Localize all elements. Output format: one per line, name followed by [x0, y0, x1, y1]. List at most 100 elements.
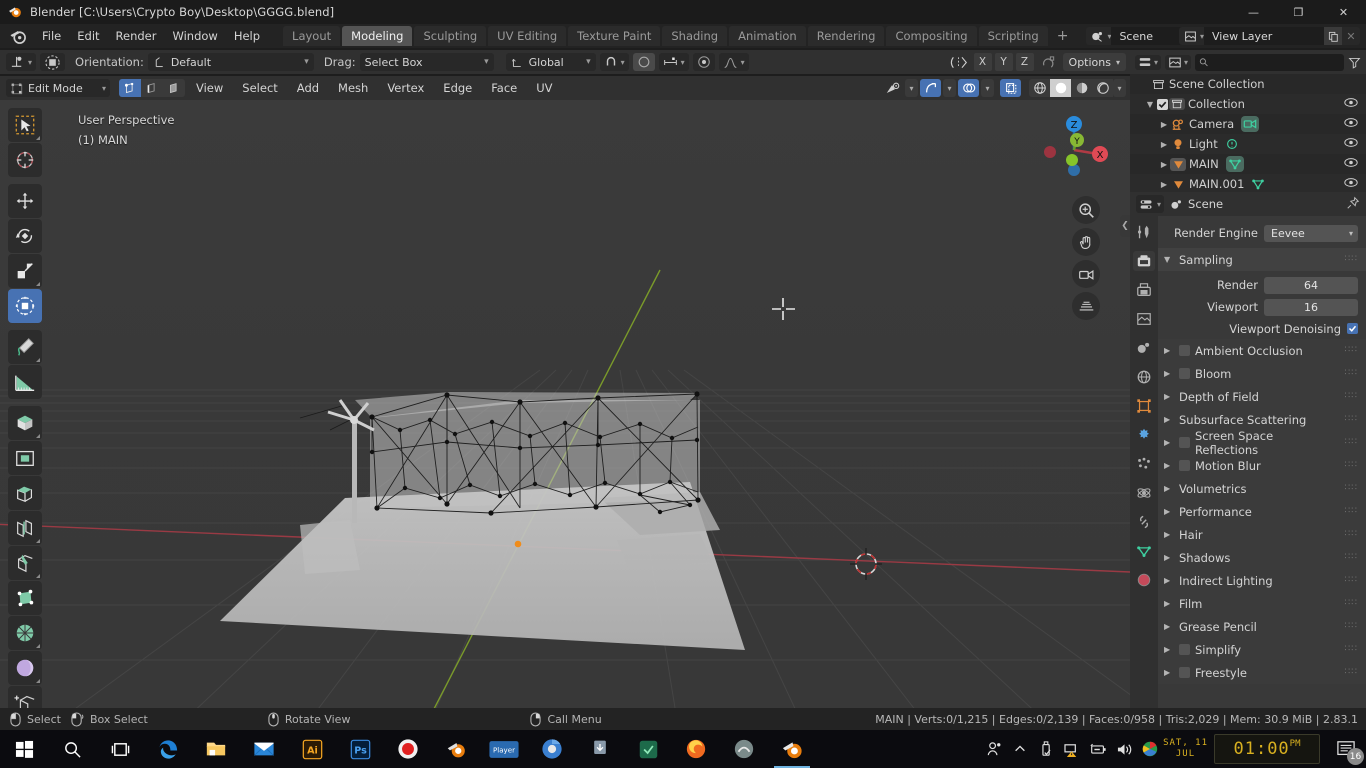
- mesh-data-icon[interactable]: [1251, 177, 1265, 191]
- show-overlays-button[interactable]: [958, 79, 979, 97]
- rotate-tool-button[interactable]: [8, 219, 42, 253]
- panel-header-volumetrics[interactable]: ▶ Volumetrics ∷∷: [1158, 477, 1366, 500]
- taskbar-clock[interactable]: 01:00 PM: [1214, 734, 1320, 764]
- search-icon[interactable]: [48, 730, 96, 768]
- viewport-menu-view[interactable]: View: [188, 78, 231, 98]
- outliner-search-box[interactable]: [1195, 53, 1344, 71]
- people-icon[interactable]: [981, 730, 1007, 768]
- workspace-tab-modeling[interactable]: Modeling: [342, 26, 413, 46]
- view-layer-name-field[interactable]: View Layer: [1204, 27, 1324, 45]
- panel-header-performance[interactable]: ▶ Performance ∷∷: [1158, 500, 1366, 523]
- active-tool-icon-button[interactable]: ▾: [6, 53, 37, 71]
- constraints-tab[interactable]: [1133, 512, 1155, 532]
- sidebar-toggle-arrow-icon[interactable]: ❮: [1120, 215, 1130, 237]
- outliner-row-main[interactable]: ▶ MAIN: [1130, 154, 1366, 174]
- workspace-tab-texture-paint[interactable]: Texture Paint: [568, 26, 661, 46]
- record-icon[interactable]: [384, 730, 432, 768]
- menu-window[interactable]: Window: [164, 26, 225, 46]
- visibility-chevron-down-icon[interactable]: ▾: [905, 79, 918, 97]
- pivot-point-button[interactable]: [692, 53, 715, 71]
- panel-header-indirect-lighting[interactable]: ▶ Indirect Lighting ∷∷: [1158, 569, 1366, 592]
- outliner-filter-icon[interactable]: [1348, 56, 1361, 69]
- perspective-ortho-icon[interactable]: [1072, 292, 1100, 320]
- extrude-region-tool-button[interactable]: [8, 476, 42, 510]
- outliner-row-camera[interactable]: ▶ Camera: [1130, 114, 1366, 134]
- cursor-tool-button[interactable]: [8, 143, 42, 177]
- gizmo-chevron-down-icon[interactable]: ▾: [943, 79, 956, 97]
- topology-mirror-button[interactable]: [1037, 53, 1060, 71]
- expand-triangle-icon[interactable]: ▶: [1164, 484, 1174, 493]
- visibility-eye-icon[interactable]: [1344, 137, 1358, 151]
- panel-checkbox[interactable]: [1178, 437, 1190, 448]
- media-player-icon[interactable]: Player: [480, 730, 528, 768]
- shear-tool-button[interactable]: [8, 686, 42, 708]
- mesh-data-icon[interactable]: [1225, 156, 1244, 172]
- scale-tool-button[interactable]: [8, 254, 42, 288]
- render-tab[interactable]: [1133, 251, 1155, 271]
- pin-icon[interactable]: [1346, 195, 1360, 214]
- snapping-magnet-button[interactable]: ▾: [599, 53, 629, 71]
- workspace-tab-rendering[interactable]: Rendering: [807, 26, 885, 46]
- blender-active-icon[interactable]: [768, 730, 816, 768]
- taskbar-date[interactable]: SAT, 11 JUL: [1163, 738, 1208, 760]
- visibility-eye-icon[interactable]: [1344, 97, 1358, 111]
- expand-triangle-icon[interactable]: ▶: [1158, 160, 1170, 169]
- tool-tab[interactable]: [1133, 222, 1155, 242]
- outliner-row-light[interactable]: ▶ Light: [1130, 134, 1366, 154]
- sampling-render-field[interactable]: 64: [1264, 276, 1358, 294]
- viewport-menu-add[interactable]: Add: [289, 78, 327, 98]
- outliner-row-main-001[interactable]: ▶ MAIN.001: [1130, 174, 1366, 194]
- proportional-editing-button[interactable]: [632, 53, 655, 71]
- panel-header-bloom[interactable]: ▶ Bloom ∷∷: [1158, 362, 1366, 385]
- outliner-search-input[interactable]: [1212, 56, 1340, 68]
- panel-header-film[interactable]: ▶ Film ∷∷: [1158, 592, 1366, 615]
- menu-render[interactable]: Render: [108, 26, 165, 46]
- expand-triangle-icon[interactable]: ▶: [1164, 369, 1174, 378]
- expand-triangle-icon[interactable]: ▶: [1164, 668, 1174, 677]
- vertex-select-mode-button[interactable]: [119, 79, 141, 97]
- download-icon[interactable]: [576, 730, 624, 768]
- smooth-tool-button[interactable]: [8, 651, 42, 685]
- light-data-icon[interactable]: [1225, 137, 1239, 151]
- task-view-icon[interactable]: [96, 730, 144, 768]
- sampling-viewport-field[interactable]: 16: [1264, 298, 1358, 316]
- mirror-axis-y-button[interactable]: Y: [994, 53, 1013, 71]
- loop-cut-tool-button[interactable]: [8, 511, 42, 545]
- workspace-tab-compositing[interactable]: Compositing: [886, 26, 977, 46]
- scene-tab[interactable]: [1133, 338, 1155, 358]
- annotate-tool-button[interactable]: [8, 330, 42, 364]
- expand-triangle-icon[interactable]: ▶: [1158, 180, 1170, 189]
- rendered-shading-button[interactable]: [1092, 79, 1113, 97]
- app-green-icon[interactable]: [624, 730, 672, 768]
- expand-triangle-icon[interactable]: ▶: [1164, 507, 1174, 516]
- mirror-axis-z-button[interactable]: Z: [1015, 53, 1034, 71]
- panel-checkbox[interactable]: [1179, 644, 1190, 655]
- measure-tool-button[interactable]: [8, 365, 42, 399]
- firefox-icon[interactable]: [672, 730, 720, 768]
- menu-edit[interactable]: Edit: [69, 26, 107, 46]
- panel-checkbox[interactable]: [1179, 345, 1190, 356]
- panel-checkbox[interactable]: [1179, 667, 1190, 678]
- camera-data-icon[interactable]: [1241, 116, 1260, 132]
- panel-header-freestyle[interactable]: ▶ Freestyle ∷∷: [1158, 661, 1366, 684]
- outliner-row-scene-collection[interactable]: Scene Collection: [1130, 74, 1366, 94]
- expand-triangle-icon[interactable]: ▶: [1164, 415, 1174, 424]
- expand-triangle-icon[interactable]: ▶: [1164, 461, 1174, 470]
- panel-header-motion-blur[interactable]: ▶ Motion Blur ∷∷: [1158, 454, 1366, 477]
- expand-triangle-icon[interactable]: ▶: [1164, 438, 1174, 447]
- expand-triangle-icon[interactable]: ▶: [1164, 346, 1174, 355]
- visibility-eye-icon[interactable]: [1344, 177, 1358, 191]
- workspace-tab-scripting[interactable]: Scripting: [978, 26, 1048, 46]
- panel-header-shadows[interactable]: ▶ Shadows ∷∷: [1158, 546, 1366, 569]
- panel-checkbox[interactable]: [1179, 368, 1190, 379]
- visibility-eye-icon[interactable]: [1344, 157, 1358, 171]
- solid-shading-button[interactable]: [1050, 79, 1071, 97]
- move-tool-button[interactable]: [8, 184, 42, 218]
- workspace-tab-animation[interactable]: Animation: [729, 26, 806, 46]
- edge-select-mode-button[interactable]: [141, 79, 163, 97]
- workspace-tab-layout[interactable]: Layout: [283, 26, 341, 46]
- blender-icon[interactable]: [432, 730, 480, 768]
- usb-icon[interactable]: [1033, 730, 1059, 768]
- falloff-curve-button[interactable]: ▾: [718, 53, 749, 71]
- close-button[interactable]: ✕: [1321, 0, 1366, 24]
